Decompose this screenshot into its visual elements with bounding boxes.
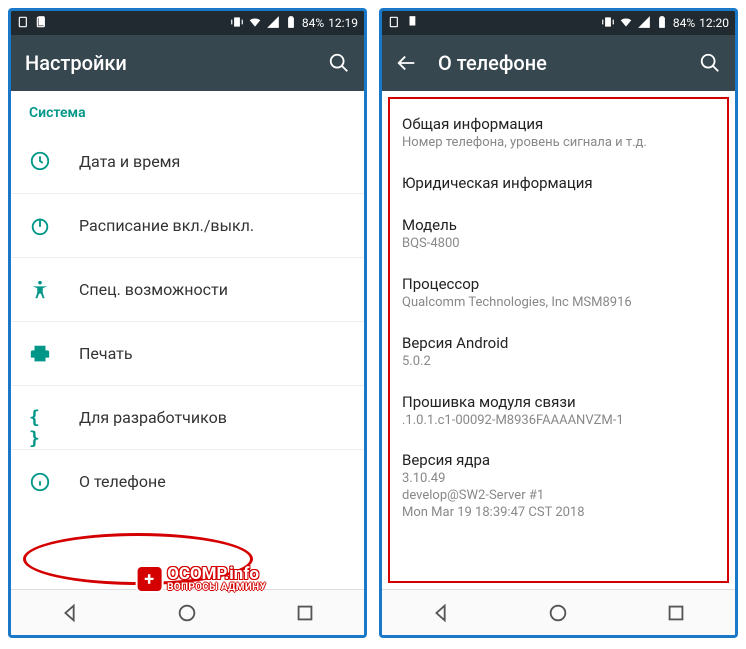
navigation-bar (382, 589, 735, 635)
item-label: О телефоне (79, 472, 166, 491)
detail-sub: 5.0.2 (402, 354, 715, 371)
status-time: 12:20 (699, 16, 729, 30)
nav-back-icon[interactable] (59, 602, 81, 624)
about-phone-list: Общая информация Номер телефона, уровень… (382, 91, 735, 589)
power-icon (29, 215, 51, 237)
detail-android-version[interactable]: Версия Android 5.0.2 (400, 324, 717, 383)
page-title: Настройки (25, 51, 308, 75)
detail-title: Общая информация (402, 115, 715, 133)
about-phone-screen: 84% 12:20 О телефоне Общая информация Но… (379, 8, 738, 638)
nav-recent-icon[interactable] (665, 602, 687, 624)
detail-title: Прошивка модуля связи (402, 393, 715, 411)
detail-sub: Qualcomm Technologies, Inc MSM8916 (402, 295, 715, 312)
battery-pct: 84% (302, 16, 324, 30)
status-icon-left2 (406, 15, 420, 32)
back-icon[interactable] (396, 52, 418, 74)
battery-pct: 84% (673, 16, 695, 30)
item-label: Спец. возможности (79, 280, 228, 299)
detail-sub: 3.10.49 develop@SW2-Server #1 Mon Mar 19… (402, 471, 715, 522)
detail-sub: .1.0.1.c1-00092-M8936FAAAANVZM-1 (402, 413, 715, 430)
navigation-bar (11, 589, 364, 635)
info-icon (29, 471, 51, 493)
clock-icon (29, 150, 51, 172)
detail-sub: Номер телефона, уровень сигнала и т.д. (402, 135, 715, 152)
detail-sub: BQS-4800 (402, 236, 715, 253)
battery-icon (284, 15, 298, 32)
detail-processor[interactable]: Процессор Qualcomm Technologies, Inc MSM… (400, 265, 717, 324)
signal-icon (637, 15, 651, 32)
nav-home-icon[interactable] (547, 602, 569, 624)
accessibility-icon (29, 279, 51, 301)
detail-baseband[interactable]: Прошивка модуля связи .1.0.1.c1-00092-M8… (400, 383, 717, 442)
wifi-icon (619, 15, 633, 32)
nav-back-icon[interactable] (430, 602, 452, 624)
detail-title: Версия Android (402, 334, 715, 352)
app-bar: О телефоне (382, 35, 735, 91)
status-icon-left (17, 15, 31, 32)
braces-icon: { } (29, 407, 51, 429)
item-accessibility[interactable]: Спец. возможности (11, 257, 364, 321)
status-time: 12:19 (328, 16, 358, 30)
detail-title: Процессор (402, 275, 715, 293)
nav-recent-icon[interactable] (294, 602, 316, 624)
item-developer[interactable]: { } Для разработчиков (11, 385, 364, 449)
annotation-box: Общая информация Номер телефона, уровень… (388, 97, 729, 583)
nav-home-icon[interactable] (176, 602, 198, 624)
detail-model[interactable]: Модель BQS-4800 (400, 206, 717, 265)
detail-general-info[interactable]: Общая информация Номер телефона, уровень… (400, 105, 717, 164)
search-icon[interactable] (328, 52, 350, 74)
detail-title: Модель (402, 216, 715, 234)
status-bar: 84% 12:20 (382, 11, 735, 35)
vibrate-icon (601, 15, 615, 32)
battery-icon (655, 15, 669, 32)
detail-kernel[interactable]: Версия ядра 3.10.49 develop@SW2-Server #… (400, 441, 717, 534)
search-icon[interactable] (699, 52, 721, 74)
item-label: Дата и время (79, 152, 180, 171)
print-icon (29, 343, 51, 365)
settings-list: Система Дата и время Расписание вкл./вык… (11, 91, 364, 589)
settings-screen: 84% 12:19 Настройки Система Дата и время… (8, 8, 367, 638)
status-icon-left (388, 15, 402, 32)
item-label: Расписание вкл./выкл. (79, 216, 254, 235)
status-icon-left2 (35, 15, 49, 32)
signal-icon (266, 15, 280, 32)
item-date-time[interactable]: Дата и время (11, 129, 364, 193)
item-label: Для разработчиков (79, 408, 227, 427)
wifi-icon (248, 15, 262, 32)
detail-title: Юридическая информация (402, 174, 715, 192)
page-title: О телефоне (438, 51, 679, 75)
section-header: Система (11, 91, 364, 129)
detail-legal-info[interactable]: Юридическая информация (400, 164, 717, 206)
item-print[interactable]: Печать (11, 321, 364, 385)
vibrate-icon (230, 15, 244, 32)
item-about-phone[interactable]: О телефоне (11, 449, 364, 513)
status-bar: 84% 12:19 (11, 11, 364, 35)
item-power-schedule[interactable]: Расписание вкл./выкл. (11, 193, 364, 257)
detail-title: Версия ядра (402, 451, 715, 469)
item-label: Печать (79, 344, 133, 363)
app-bar: Настройки (11, 35, 364, 91)
